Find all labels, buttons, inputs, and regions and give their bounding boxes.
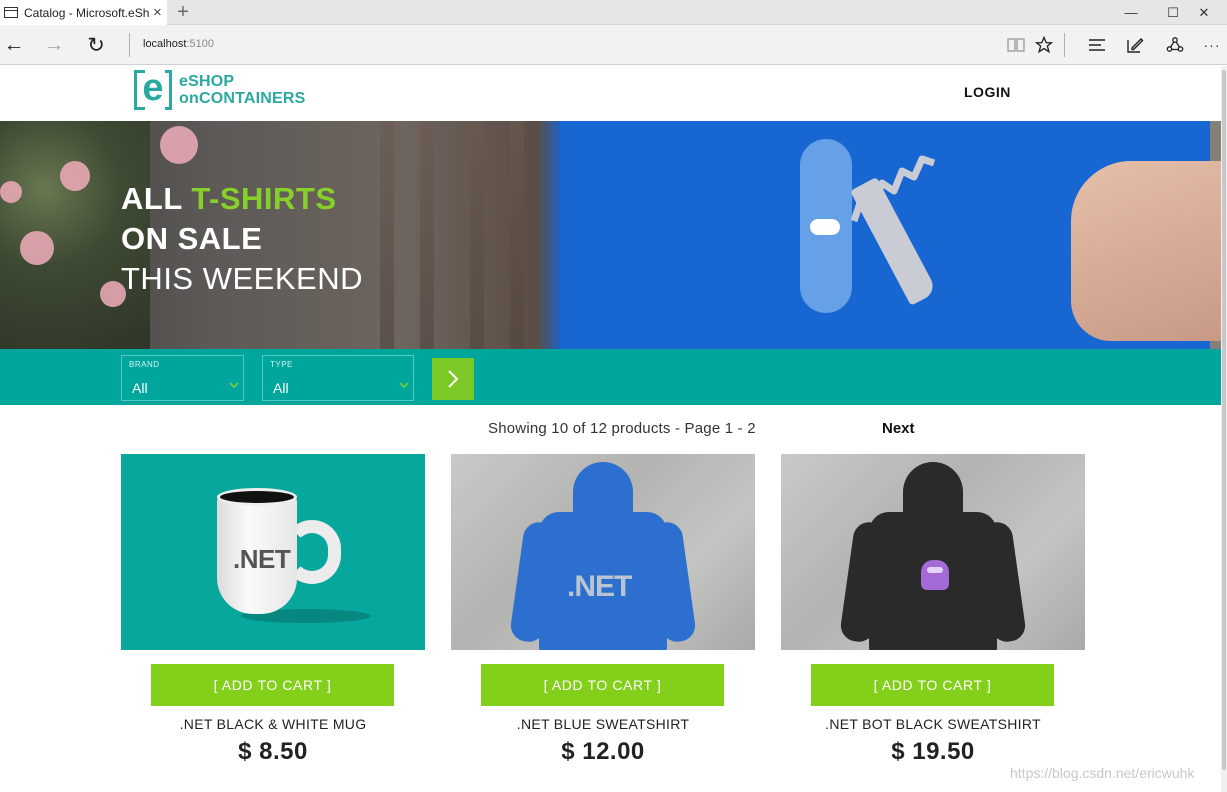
hub-icon[interactable]	[1085, 33, 1109, 57]
pager: Showing 10 of 12 products - Page 1 - 2 N…	[0, 417, 1221, 441]
tab-title: Catalog - Microsoft.eSh	[24, 5, 149, 20]
mug-logo-text: .NET	[233, 544, 291, 574]
add-to-cart-button[interactable]: [ ADD TO CART ]	[811, 664, 1054, 706]
product-image	[781, 454, 1085, 650]
logo-line-2: onCONTAINERS	[179, 90, 306, 107]
product-card: [ ADD TO CART ] .NET BOT BLACK SWEATSHIR…	[781, 454, 1085, 765]
pager-info: Showing 10 of 12 products - Page 1 - 2	[488, 420, 756, 437]
add-to-cart-button[interactable]: [ ADD TO CART ]	[481, 664, 724, 706]
corkscrew-graphic	[850, 155, 936, 223]
product-name: .NET BLUE SWEATSHIRT	[516, 716, 690, 732]
chevron-right-icon	[448, 370, 459, 388]
login-link[interactable]: LOGIN	[964, 84, 1011, 100]
product-name: .NET BOT BLACK SWEATSHIRT	[825, 716, 1041, 732]
hero-flower	[20, 231, 54, 265]
hero-fence	[380, 121, 394, 349]
product-name: .NET BLACK & WHITE MUG	[179, 716, 367, 732]
type-filter-label: TYPE	[270, 360, 293, 369]
address-input[interactable]: localhost:5100	[143, 38, 214, 50]
share-icon[interactable]	[1163, 33, 1187, 57]
toolbar-separator	[1064, 33, 1065, 57]
browser-tab-bar: Catalog - Microsoft.eSh × + — ☐ ✕	[0, 0, 1227, 25]
pager-next-link[interactable]: Next	[882, 420, 915, 437]
hero-fence	[420, 121, 434, 349]
forward-button[interactable]: →	[40, 31, 68, 59]
url-port: :5100	[186, 38, 214, 50]
product-price: $ 12.00	[561, 738, 645, 765]
hoodie-graphic: .NET	[508, 462, 698, 650]
brand-filter-label: BRAND	[129, 360, 160, 369]
address-separator	[129, 33, 130, 57]
chevron-down-icon	[229, 378, 239, 392]
address-bar-row: ← → ↻ localhost:5100 ···	[0, 25, 1227, 65]
site-logo[interactable]: e eSHOP onCONTAINERS	[134, 69, 306, 110]
hero-headline: ALL T-SHIRTS ON SALE THIS WEEKEND	[121, 179, 363, 299]
favorite-star-icon[interactable]	[1032, 33, 1056, 57]
site-header: e eSHOP onCONTAINERS LOGIN	[0, 66, 1221, 121]
hero-flower	[160, 126, 198, 164]
product-price: $ 19.50	[891, 738, 975, 765]
product-image: .NET	[451, 454, 755, 650]
cloud-icon	[810, 219, 840, 235]
mug-rim	[217, 488, 297, 506]
hoodie-logo-text: .NET	[567, 570, 632, 603]
browser-tab[interactable]: Catalog - Microsoft.eSh ×	[0, 0, 167, 25]
product-card: .NET [ ADD TO CART ] .NET BLUE SWEATSHIR…	[451, 454, 755, 765]
page-content: e eSHOP onCONTAINERS LOGIN ALL T-SHIRTS …	[0, 66, 1221, 792]
apply-filter-button[interactable]	[432, 358, 474, 400]
brand-filter-select[interactable]: BRAND All	[121, 355, 244, 401]
page-scrollbar[interactable]	[1221, 66, 1227, 792]
bot-icon	[921, 560, 949, 590]
new-tab-button[interactable]: +	[173, 1, 193, 23]
logo-text: eSHOP onCONTAINERS	[179, 73, 306, 107]
back-button[interactable]: ←	[0, 31, 28, 59]
hero-banner: ALL T-SHIRTS ON SALE THIS WEEKEND	[0, 121, 1221, 349]
add-to-cart-button[interactable]: [ ADD TO CART ]	[151, 664, 394, 706]
hero-flower	[60, 161, 90, 191]
refresh-button[interactable]: ↻	[82, 31, 110, 59]
hoodie-graphic	[838, 462, 1028, 650]
logo-line-1: eSHOP	[179, 73, 235, 90]
tab-close-button[interactable]: ×	[153, 5, 162, 20]
type-filter-select[interactable]: TYPE All	[262, 355, 414, 401]
logo-mark: e	[134, 69, 172, 110]
product-image: .NET	[121, 454, 425, 650]
brand-filter-value: All	[132, 380, 148, 396]
watermark: https://blog.csdn.net/ericwuhk	[1010, 765, 1195, 781]
page-icon	[4, 7, 18, 18]
close-window-button[interactable]: ✕	[1181, 0, 1227, 25]
type-filter-value: All	[273, 380, 289, 396]
web-note-icon[interactable]	[1123, 33, 1147, 57]
hero-fence	[510, 121, 524, 349]
catalog-filter-bar: BRAND All TYPE All	[0, 349, 1221, 405]
chevron-down-icon	[399, 378, 409, 392]
scrollbar-thumb[interactable]	[1222, 70, 1226, 770]
more-icon[interactable]: ···	[1200, 33, 1224, 57]
product-price: $ 8.50	[238, 738, 308, 765]
hero-arm	[1071, 161, 1221, 341]
minimize-button[interactable]: —	[1108, 0, 1154, 25]
hero-line-2: ON SALE	[121, 221, 263, 256]
reading-view-icon[interactable]	[1004, 33, 1028, 57]
hero-line-3: THIS WEEKEND	[121, 261, 363, 296]
url-host: localhost	[143, 38, 187, 50]
hero-fence	[470, 121, 484, 349]
hero-line-1a: ALL	[121, 181, 192, 216]
product-card: .NET [ ADD TO CART ] .NET BLACK & WHITE …	[121, 454, 425, 765]
hero-line-1b: T-SHIRTS	[191, 181, 337, 216]
hero-flower	[0, 181, 22, 203]
